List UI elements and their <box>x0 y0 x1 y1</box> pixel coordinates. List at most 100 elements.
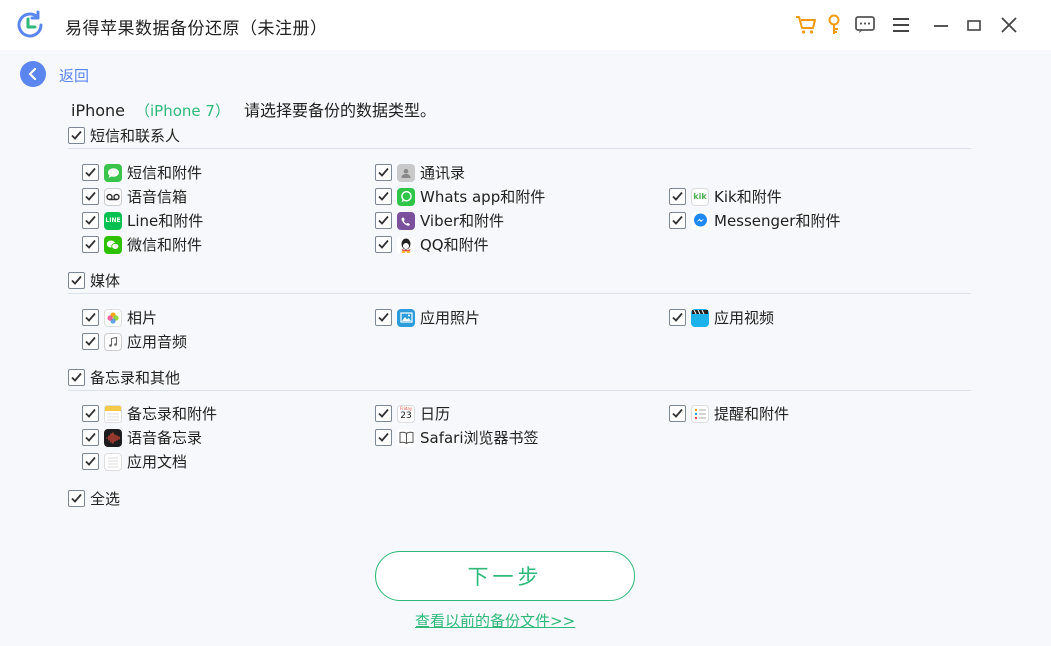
item-checkbox[interactable] <box>82 212 99 229</box>
item-notes[interactable]: 备忘录和附件 <box>82 403 217 424</box>
title-bar: 易得苹果数据备份还原（未注册） <box>0 0 1051 50</box>
item-checkbox[interactable] <box>375 405 392 422</box>
item-label: 应用视频 <box>714 309 775 327</box>
item-label: QQ和附件 <box>420 236 489 254</box>
divider <box>68 293 971 294</box>
item-checkbox[interactable] <box>669 405 686 422</box>
item-app-video[interactable]: 应用视频 <box>669 307 774 328</box>
app-logo-icon <box>17 10 43 38</box>
section-label: 备忘录和其他 <box>90 369 181 387</box>
device-name: iPhone <box>71 101 126 120</box>
item-qq[interactable]: QQ和附件 <box>375 234 489 255</box>
back-label[interactable]: 返回 <box>59 65 89 86</box>
item-checkbox[interactable] <box>669 188 686 205</box>
key-icon[interactable] <box>822 13 846 37</box>
view-previous-backups-link[interactable]: 查看以前的备份文件>> <box>415 610 575 631</box>
chevron-left-icon <box>28 68 37 80</box>
kik-icon: kik <box>691 187 709 206</box>
app-video-icon <box>691 308 709 327</box>
item-checkbox[interactable] <box>82 405 99 422</box>
item-reminders[interactable]: 提醒和附件 <box>669 403 789 424</box>
item-app-documents[interactable]: 应用文档 <box>82 451 187 472</box>
app-title: 易得苹果数据备份还原（未注册） <box>65 19 328 39</box>
section-checkbox[interactable] <box>68 127 85 144</box>
item-app-audio[interactable]: 应用音频 <box>82 331 187 352</box>
section-notes-other[interactable]: 备忘录和其他 <box>68 367 180 388</box>
menu-icon[interactable] <box>889 13 913 37</box>
item-sms[interactable]: 短信和附件 <box>82 162 202 183</box>
main-panel: 返回 iPhone （iPhone 7） 请选择要备份的数据类型。 短信和联系人 短… <box>0 50 1051 646</box>
item-checkbox[interactable] <box>375 429 392 446</box>
divider <box>68 390 971 391</box>
item-calendar[interactable]: Friday 23 日历 <box>375 403 450 424</box>
voicemail-icon <box>104 187 122 206</box>
messenger-icon <box>691 211 709 230</box>
item-label: 短信和附件 <box>127 164 203 182</box>
viber-icon <box>397 211 415 230</box>
item-checkbox[interactable] <box>375 212 392 229</box>
device-model: （iPhone 7） <box>135 102 230 120</box>
item-checkbox[interactable] <box>82 188 99 205</box>
item-label: Whats app和附件 <box>420 188 546 206</box>
feedback-icon[interactable] <box>853 13 877 37</box>
back-button[interactable] <box>20 61 46 87</box>
item-checkbox[interactable] <box>669 309 686 326</box>
item-label: Messenger和附件 <box>714 212 841 230</box>
item-photos[interactable]: 相片 <box>82 307 157 328</box>
item-safari-bookmarks[interactable]: Safari浏览器书签 <box>375 427 539 448</box>
item-kik[interactable]: kik Kik和附件 <box>669 186 782 207</box>
item-label: 通讯录 <box>420 164 466 182</box>
close-icon[interactable] <box>997 13 1021 37</box>
item-label: Kik和附件 <box>714 188 782 206</box>
item-checkbox[interactable] <box>82 429 99 446</box>
item-wechat[interactable]: 微信和附件 <box>82 234 202 255</box>
item-checkbox[interactable] <box>82 309 99 326</box>
item-voice-memos[interactable]: 语音备忘录 <box>82 427 202 448</box>
messages-icon <box>104 163 122 182</box>
section-media[interactable]: 媒体 <box>68 270 120 291</box>
item-label: 提醒和附件 <box>714 405 790 423</box>
item-label: 语音信箱 <box>127 188 188 206</box>
next-step-button[interactable]: 下一步 <box>375 551 635 601</box>
item-voicemail[interactable]: 语音信箱 <box>82 186 187 207</box>
section-messages-contacts[interactable]: 短信和联系人 <box>68 125 180 146</box>
voice-memo-icon <box>104 428 122 447</box>
notes-icon <box>104 404 122 423</box>
safari-bookmarks-icon <box>397 428 415 447</box>
item-app-photos[interactable]: 应用照片 <box>375 307 480 328</box>
item-contacts[interactable]: 通讯录 <box>375 162 465 183</box>
item-checkbox[interactable] <box>669 212 686 229</box>
cart-icon[interactable] <box>794 13 818 37</box>
item-viber[interactable]: Viber和附件 <box>375 210 504 231</box>
whatsapp-icon <box>397 187 415 206</box>
item-checkbox[interactable] <box>375 164 392 181</box>
item-checkbox[interactable] <box>375 236 392 253</box>
app-audio-icon <box>104 332 122 351</box>
item-messenger[interactable]: Messenger和附件 <box>669 210 840 231</box>
item-checkbox[interactable] <box>82 453 99 470</box>
maximize-icon[interactable] <box>962 13 986 37</box>
item-label: 应用音频 <box>127 333 188 351</box>
item-label: Line和附件 <box>127 212 204 230</box>
section-checkbox[interactable] <box>68 369 85 386</box>
item-label: 备忘录和附件 <box>127 405 218 423</box>
section-checkbox[interactable] <box>68 272 85 289</box>
item-checkbox[interactable] <box>82 236 99 253</box>
item-checkbox[interactable] <box>82 333 99 350</box>
item-whatsapp[interactable]: Whats app和附件 <box>375 186 545 207</box>
item-label: 应用照片 <box>420 309 481 327</box>
item-checkbox[interactable] <box>375 309 392 326</box>
item-label: 应用文档 <box>127 453 188 471</box>
select-all-checkbox[interactable] <box>68 490 85 507</box>
item-label: 日历 <box>420 405 451 423</box>
item-checkbox[interactable] <box>82 164 99 181</box>
item-label: 微信和附件 <box>127 236 203 254</box>
section-label: 媒体 <box>90 272 121 290</box>
reminders-icon <box>691 404 709 423</box>
item-checkbox[interactable] <box>375 188 392 205</box>
item-line[interactable]: LINE Line和附件 <box>82 210 203 231</box>
device-header: iPhone （iPhone 7） 请选择要备份的数据类型。 <box>71 97 436 121</box>
select-all[interactable]: 全选 <box>68 488 120 509</box>
minimize-icon[interactable] <box>929 13 953 37</box>
app-photos-icon <box>397 308 415 327</box>
